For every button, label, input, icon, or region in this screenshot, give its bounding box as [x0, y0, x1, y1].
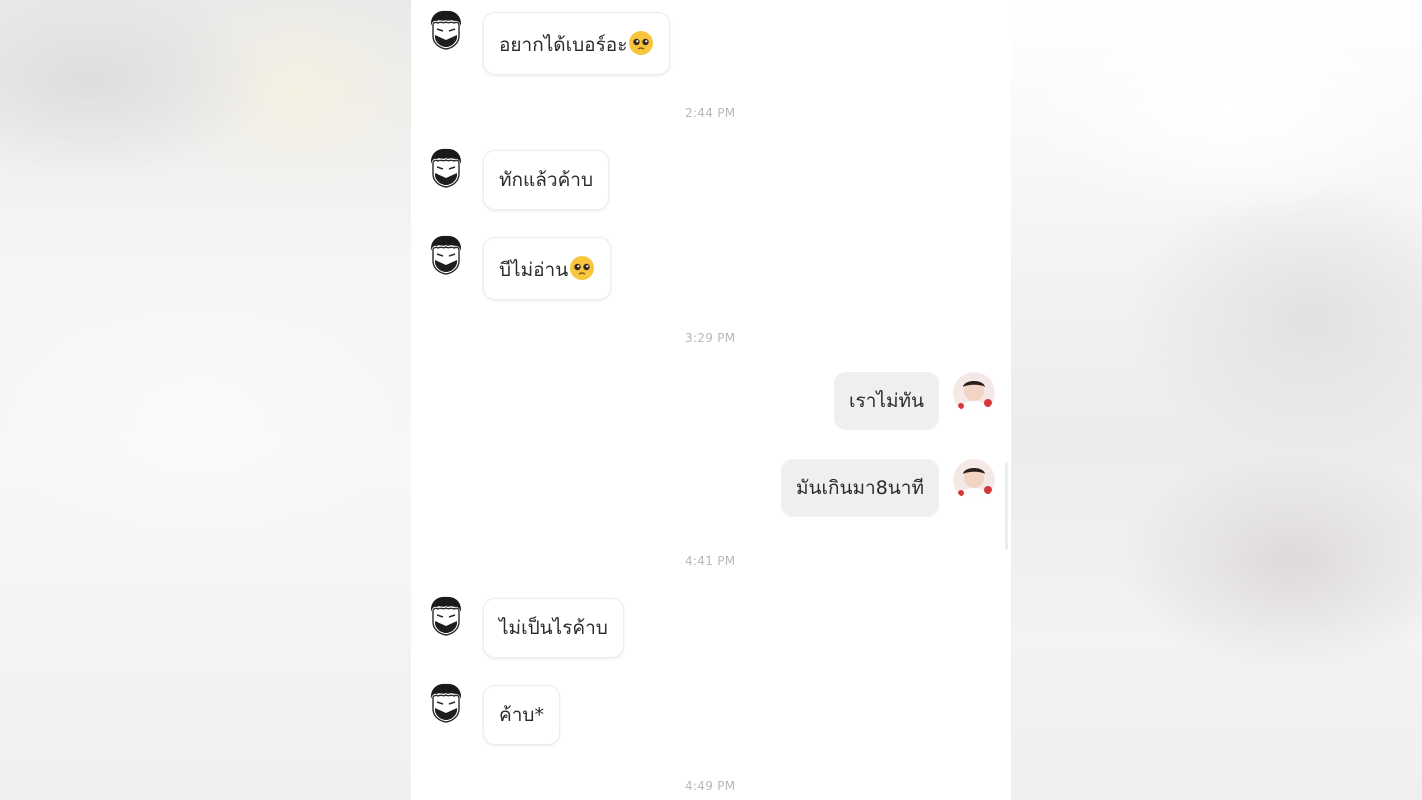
message-bubble[interactable]: ทักแล้วค้าบ: [483, 150, 610, 210]
user-avatar-icon[interactable]: [953, 372, 995, 414]
message-timestamp: 4:41 PM: [685, 554, 736, 568]
message-text: มันเกินมา8นาที: [796, 477, 924, 499]
message-text: ทักแล้วค้าบ: [499, 169, 594, 191]
outgoing-message-row: มันเกินมา8นาที: [781, 459, 995, 517]
message-timestamp: 3:29 PM: [685, 331, 736, 345]
pleading-face-emoji-icon: [629, 31, 654, 55]
message-bubble[interactable]: บีไม่อ่าน: [483, 237, 612, 300]
message-text: ไม่เป็นไรค้าบ: [499, 617, 608, 639]
message-bubble[interactable]: ค้าบ*: [483, 685, 560, 745]
chat-thread[interactable]: อยากได้เบอร์อะ 2:44 PM ทักแล้วค้าบ บีไม่…: [411, 0, 1011, 800]
pleading-face-emoji-icon: [570, 256, 595, 280]
message-text: บีไม่อ่าน: [499, 259, 569, 281]
contact-avatar-icon[interactable]: [429, 683, 463, 725]
message-timestamp: 4:49 PM: [685, 779, 736, 793]
message-text: อยากได้เบอร์อะ: [499, 34, 628, 56]
contact-avatar-icon[interactable]: [429, 10, 463, 52]
message-timestamp: 2:44 PM: [685, 106, 736, 120]
user-avatar-icon[interactable]: [953, 459, 995, 501]
message-bubble[interactable]: เราไม่ทัน: [834, 372, 939, 430]
blurred-background-right: [1011, 0, 1422, 800]
message-text: เราไม่ทัน: [849, 390, 924, 412]
incoming-message-row: ทักแล้วค้าบ: [429, 148, 610, 210]
incoming-message-row: อยากได้เบอร์อะ: [429, 10, 671, 75]
scrollbar[interactable]: [1005, 462, 1008, 550]
message-bubble[interactable]: มันเกินมา8นาที: [781, 459, 939, 517]
incoming-message-row: ค้าบ*: [429, 683, 560, 745]
contact-avatar-icon[interactable]: [429, 235, 463, 277]
incoming-message-row: บีไม่อ่าน: [429, 235, 612, 300]
incoming-message-row: ไม่เป็นไรค้าบ: [429, 596, 624, 658]
outgoing-message-row: เราไม่ทัน: [834, 372, 995, 430]
contact-avatar-icon[interactable]: [429, 596, 463, 638]
blurred-background-left: [0, 0, 411, 800]
message-text: ค้าบ*: [499, 704, 544, 726]
message-bubble[interactable]: อยากได้เบอร์อะ: [483, 12, 671, 75]
contact-avatar-icon[interactable]: [429, 148, 463, 190]
message-bubble[interactable]: ไม่เป็นไรค้าบ: [483, 598, 624, 658]
